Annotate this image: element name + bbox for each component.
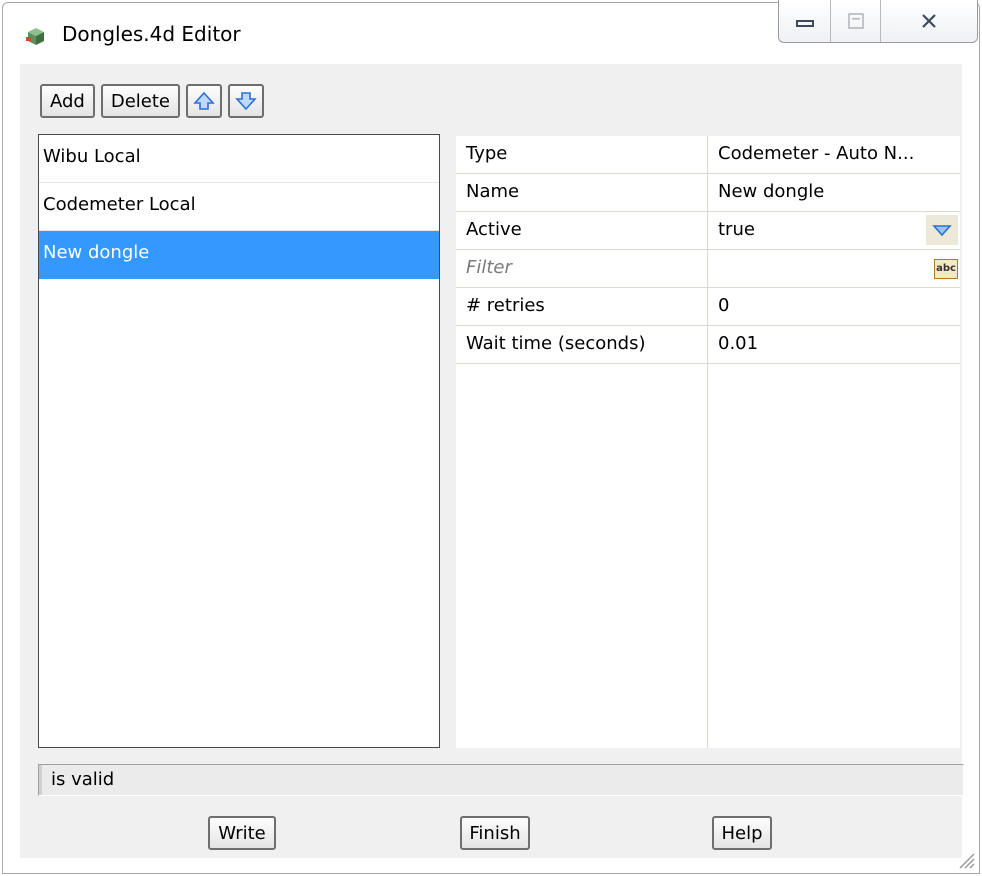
property-row-active[interactable]: Active true [456, 212, 960, 250]
property-value[interactable]: true [718, 212, 755, 248]
arrow-up-icon [193, 91, 215, 110]
close-button[interactable] [881, 0, 977, 42]
property-value[interactable]: New dongle [718, 174, 824, 210]
property-key: Wait time (seconds) [466, 333, 646, 354]
minimize-icon [795, 20, 814, 27]
maximize-button[interactable] [831, 0, 881, 42]
list-item-selected[interactable]: New dongle [39, 231, 439, 279]
property-key: Active [466, 219, 522, 240]
list-item[interactable]: Codemeter Local [39, 183, 439, 231]
close-icon [922, 14, 936, 28]
property-row-name[interactable]: Name New dongle [456, 174, 960, 212]
status-text: is valid [51, 769, 115, 790]
move-down-button[interactable] [228, 84, 265, 118]
toolbar: Add Delete [40, 84, 265, 118]
property-key: Filter [466, 257, 512, 278]
property-row-filter[interactable]: Filter abc [456, 250, 960, 288]
window-controls [778, 0, 978, 43]
add-button[interactable]: Add [40, 84, 95, 118]
chevron-down-icon [932, 225, 952, 236]
dongle-list[interactable]: Wibu Local Codemeter Local New dongle [38, 134, 440, 748]
editor-window: Dongles.4d Editor Add Delete Wibu Local … [0, 0, 982, 876]
property-value[interactable]: 0.01 [718, 326, 758, 362]
property-key: Name [466, 181, 520, 202]
property-key: Type [466, 143, 508, 164]
finish-button[interactable]: Finish [460, 816, 530, 850]
arrow-down-icon [235, 92, 257, 111]
property-value[interactable]: Codemeter - Auto N... [718, 136, 914, 172]
status-bar-edge [39, 765, 42, 795]
window-title: Dongles.4d Editor [62, 22, 241, 46]
minimize-button[interactable] [779, 0, 831, 42]
property-row-wait-time[interactable]: Wait time (seconds) 0.01 [456, 326, 960, 364]
text-edit-icon[interactable]: abc [934, 259, 958, 279]
move-up-button[interactable] [186, 84, 223, 118]
property-row-retries[interactable]: # retries 0 [456, 288, 960, 326]
active-dropdown-button[interactable] [926, 215, 958, 245]
title-bar[interactable]: Dongles.4d Editor [0, 0, 982, 60]
status-bar: is valid [38, 764, 964, 796]
property-row-type[interactable]: Type Codemeter - Auto N... [456, 136, 960, 174]
help-button[interactable]: Help [712, 816, 772, 850]
list-item[interactable]: Wibu Local [39, 135, 439, 183]
resize-grip-icon[interactable] [954, 848, 976, 870]
write-button[interactable]: Write [208, 816, 276, 850]
property-value[interactable]: 0 [718, 288, 729, 324]
property-grid: Type Codemeter - Auto N... Name New dong… [456, 136, 960, 748]
app-icon [26, 26, 46, 46]
maximize-icon [847, 13, 864, 29]
delete-button[interactable]: Delete [100, 84, 181, 118]
property-key: # retries [466, 295, 545, 316]
